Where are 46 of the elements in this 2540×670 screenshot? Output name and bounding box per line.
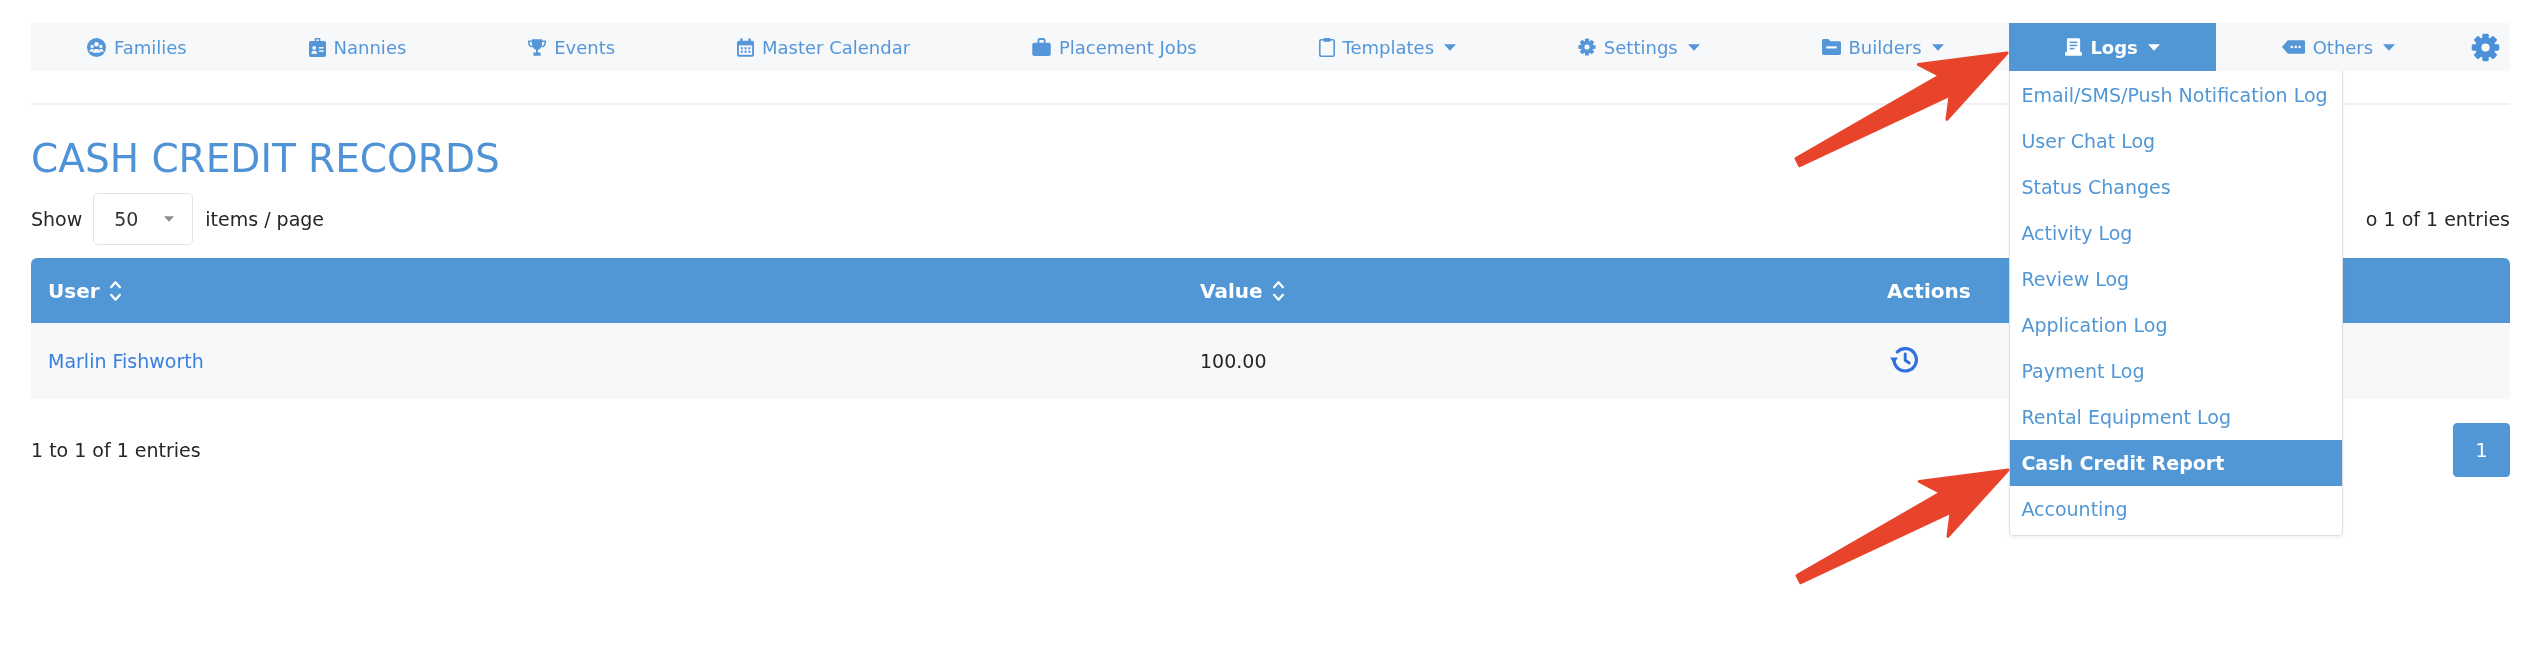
page-size-select[interactable]: 50: [93, 193, 194, 245]
value-text: 100.00: [1200, 350, 1267, 372]
calendar-icon: [736, 37, 754, 57]
document-icon: [2065, 38, 2083, 56]
nav-link[interactable]: Placement Jobs: [975, 23, 1253, 71]
entries-info: o 1 of 1 entries: [2365, 208, 2510, 230]
dropdown-item[interactable]: Status Changes: [2010, 164, 2343, 210]
dropdown-item[interactable]: Cash Credit Report: [2010, 440, 2343, 486]
dropdown-item[interactable]: Review Log: [2010, 256, 2343, 302]
nav-link[interactable]: Templates: [1262, 23, 1513, 71]
history-icon: [1890, 347, 1918, 375]
tag-icon: [2281, 40, 2305, 54]
history-button[interactable]: [1890, 347, 1918, 375]
dropdown-item[interactable]: Email/SMS/Push Notification Log: [2010, 72, 2343, 118]
nav-link[interactable]: Settings: [1521, 23, 1756, 71]
clipboard-icon: [1318, 37, 1335, 57]
page-size-label: items / page: [205, 208, 325, 230]
nav-link[interactable]: Families: [31, 23, 243, 71]
briefcase-icon: [1031, 38, 1051, 56]
dropdown-item[interactable]: User Chat Log: [2010, 118, 2343, 164]
dropdown-item[interactable]: Rental Equipment Log: [2010, 394, 2343, 440]
users-icon: [87, 37, 106, 57]
dropdown-item[interactable]: Accounting: [2010, 486, 2343, 532]
entries-info: 1 to 1 of 1 entries: [31, 439, 201, 461]
id-badge-icon: [308, 37, 326, 57]
caret-icon: [164, 216, 175, 222]
settings-icon: [2471, 32, 2500, 62]
nav-link[interactable]: Master Calendar: [680, 23, 967, 71]
gear-icon: [1577, 38, 1596, 56]
show-label: Show: [31, 208, 83, 230]
page-title: CASH CREDIT RECORDS: [31, 137, 500, 181]
nav-link[interactable]: Events: [472, 23, 672, 71]
column-header[interactable]: User: [31, 278, 121, 303]
page-button[interactable]: 1: [2453, 423, 2510, 477]
nav-link[interactable]: Logs: [2009, 23, 2216, 71]
column-header: Actions: [1886, 278, 1971, 303]
folder-icon: [1821, 39, 1841, 55]
dropdown-item[interactable]: Application Log: [2010, 302, 2343, 348]
user-link[interactable]: Marlin Fishworth: [48, 350, 204, 372]
dropdown-item[interactable]: Activity Log: [2010, 210, 2343, 256]
nav-link[interactable]: Others: [2225, 23, 2452, 71]
nav-link[interactable]: Builders: [1765, 23, 2000, 71]
column-header[interactable]: Value: [1183, 278, 1284, 303]
dropdown-item[interactable]: Payment Log: [2010, 348, 2343, 394]
nav-link[interactable]: Nannies: [252, 23, 463, 71]
trophy-icon: [528, 38, 547, 56]
